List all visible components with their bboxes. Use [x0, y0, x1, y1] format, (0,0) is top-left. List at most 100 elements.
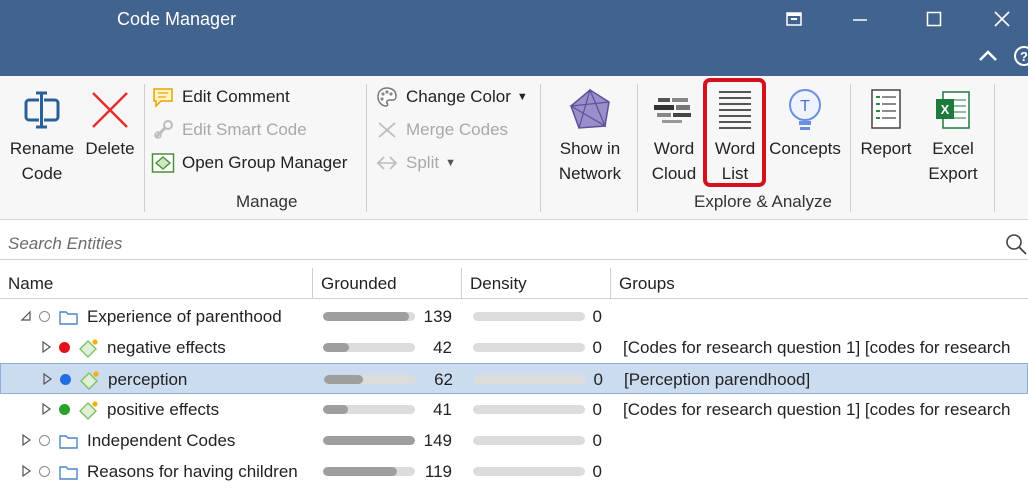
table-row[interactable]: Independent Codes 149 0: [0, 425, 1028, 456]
row-name: negative effects: [107, 337, 226, 357]
word-cloud-icon: [646, 84, 702, 136]
help-button[interactable]: ?: [1014, 46, 1028, 66]
title-bar: Code Manager ?: [0, 0, 1028, 76]
group-manager-icon: [150, 151, 176, 175]
table-row[interactable]: perception 62 0 [Perception parendhood]: [0, 363, 1028, 394]
search-input[interactable]: [8, 232, 988, 256]
report-button[interactable]: Report: [856, 84, 916, 161]
change-color-button[interactable]: Change Color ▼: [374, 82, 528, 112]
grounded-bar-fill: [323, 312, 409, 321]
collapsed-arrow-icon[interactable]: [20, 434, 32, 446]
code-icon: [79, 401, 98, 420]
rename-code-button[interactable]: Rename Code: [8, 84, 76, 186]
density-value: 0: [592, 337, 602, 357]
code-icon: [79, 339, 98, 358]
merge-icon: [374, 118, 400, 142]
density-bar: [473, 467, 585, 476]
excel-export-label-2: Export: [928, 164, 978, 183]
folder-icon: [59, 435, 78, 449]
window-layout-icon: [786, 12, 802, 26]
density-bar: [473, 312, 585, 321]
density-bar: [473, 436, 585, 445]
ribbon-separator: [994, 84, 995, 212]
window-title: Code Manager: [117, 9, 237, 29]
collapse-ribbon-button[interactable]: [976, 44, 1000, 68]
delete-button[interactable]: Delete: [82, 84, 138, 161]
grounded-bar-fill: [323, 405, 348, 414]
manage-group-label: Manage: [236, 192, 298, 211]
network-icon: [552, 84, 628, 136]
open-group-manager-button[interactable]: Open Group Manager: [150, 148, 347, 178]
density-value: 0: [593, 369, 603, 389]
show-in-network-button[interactable]: Show in Network: [552, 84, 628, 186]
row-name: positive effects: [107, 399, 220, 419]
grounded-bar: [324, 375, 416, 384]
grounded-bar: [323, 312, 415, 321]
concepts-button[interactable]: T Concepts: [766, 84, 844, 161]
grounded-bar: [323, 405, 415, 414]
edit-comment-button[interactable]: Edit Comment: [150, 82, 290, 112]
code-color-dot: [59, 404, 70, 415]
folder-icon: [59, 466, 78, 480]
collapsed-arrow-icon[interactable]: [40, 341, 52, 353]
collapsed-arrow-icon[interactable]: [20, 465, 32, 477]
table-row[interactable]: negative effects 42 0 [Codes for research q…: [0, 332, 1028, 363]
ribbon-separator: [540, 84, 541, 212]
density-value: 0: [592, 430, 602, 450]
collapsed-arrow-icon[interactable]: [40, 403, 52, 415]
report-icon: [856, 84, 916, 136]
minimize-button[interactable]: [846, 6, 874, 32]
comment-icon: [150, 85, 176, 109]
word-cloud-label-1: Word: [653, 139, 695, 158]
code-color-dot: [60, 374, 71, 385]
column-header-name[interactable]: Name: [0, 268, 313, 299]
palette-icon: [374, 85, 400, 109]
table-row[interactable]: positive effects 41 0 [Codes for research q…: [0, 394, 1028, 425]
table-row[interactable]: Reasons for having children 119 0: [0, 456, 1028, 487]
merge-codes-button[interactable]: Merge Codes: [374, 115, 508, 145]
grounded-bar: [323, 467, 415, 476]
column-header-grounded[interactable]: Grounded: [313, 268, 462, 299]
column-header-density[interactable]: Density: [462, 268, 611, 299]
restore-layout-button[interactable]: [780, 6, 808, 32]
merge-codes-label: Merge Codes: [406, 120, 509, 139]
table-header: Name Grounded Density Groups: [0, 268, 1028, 299]
expanded-arrow-icon[interactable]: [20, 310, 32, 322]
row-groups: [Codes for research question 1] [codes f…: [623, 399, 1011, 419]
grounded-value: 62: [434, 369, 453, 389]
excel-icon: X: [922, 84, 984, 136]
grounded-value: 41: [433, 399, 452, 419]
excel-export-button[interactable]: X Excel Export: [922, 84, 984, 186]
ribbon-separator: [144, 84, 145, 212]
maximize-button[interactable]: [920, 6, 948, 32]
table-row[interactable]: Experience of parenthood 139 0: [0, 301, 1028, 332]
explore-analyze-group-label: Explore & Analyze: [694, 192, 832, 211]
collapsed-arrow-icon[interactable]: [41, 373, 53, 385]
density-value: 0: [592, 399, 602, 419]
row-groups: [Perception parendhood]: [624, 369, 811, 389]
grounded-value: 139: [423, 306, 452, 326]
search-icon[interactable]: [1004, 232, 1028, 256]
svg-text:X: X: [941, 102, 950, 117]
show-in-network-label-2: Network: [558, 164, 622, 183]
row-name: Experience of parenthood: [87, 306, 282, 326]
split-label: Split: [406, 153, 440, 172]
code-color-dot: [39, 466, 50, 477]
edit-smart-code-button[interactable]: Edit Smart Code: [150, 115, 307, 145]
density-bar: [473, 343, 585, 352]
row-name: Reasons for having children: [87, 461, 298, 481]
close-icon: [994, 11, 1010, 27]
row-name: perception: [108, 369, 188, 389]
grounded-bar-fill: [323, 343, 349, 352]
maximize-icon: [926, 11, 942, 27]
grounded-bar: [323, 436, 415, 445]
concepts-label: Concepts: [769, 139, 841, 158]
split-button[interactable]: Split ▼: [374, 148, 456, 178]
close-button[interactable]: [988, 6, 1016, 32]
grounded-value: 119: [424, 461, 452, 481]
column-header-groups[interactable]: Groups: [611, 268, 1028, 299]
word-cloud-button[interactable]: Word Cloud: [646, 84, 702, 186]
dropdown-arrow-icon: ▼: [445, 157, 456, 169]
code-color-dot: [59, 342, 70, 353]
row-groups: [623, 301, 1028, 332]
